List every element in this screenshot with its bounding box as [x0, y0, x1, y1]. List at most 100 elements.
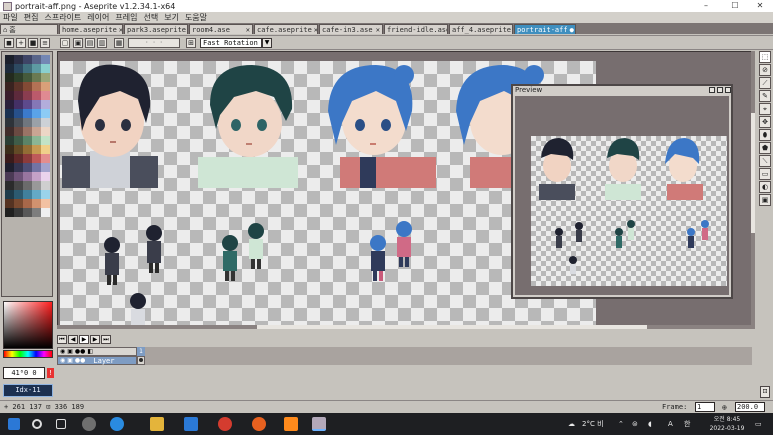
visibility-icon[interactable]: ◉ [60, 348, 65, 355]
notification-icon[interactable]: ▭ [755, 413, 762, 435]
rectangle-tool-icon[interactable]: ▭ [759, 168, 771, 180]
palette-swatch[interactable] [5, 208, 14, 217]
menu-file[interactable]: 파일 [0, 12, 21, 23]
palette-swatch[interactable] [14, 64, 23, 73]
palette-swatches[interactable] [5, 55, 50, 217]
zoom-input[interactable]: 200.0 [735, 402, 765, 412]
minimize-button[interactable]: – [693, 0, 719, 12]
menu-edit[interactable]: 편집 [21, 12, 42, 23]
tab-close-icon[interactable]: ✕ [244, 26, 250, 34]
palette-swatch[interactable] [41, 181, 50, 190]
mask-color-icon[interactable]: ▦ [114, 38, 124, 48]
continuous-icon[interactable]: ●● [75, 357, 85, 364]
palette-swatch[interactable] [14, 190, 23, 199]
palette-swatch[interactable] [5, 172, 14, 181]
lock-icon[interactable]: ▣ [67, 357, 73, 364]
warning-icon[interactable]: ! [47, 368, 54, 378]
frame-header[interactable]: 1 [137, 347, 145, 356]
frame-input[interactable]: 1 [695, 402, 715, 412]
taskbar-clock[interactable]: 오전 8:45 2022-03-19 [707, 415, 747, 433]
palette-swatch[interactable] [41, 136, 50, 145]
palette-swatch[interactable] [23, 109, 32, 118]
palette-swatch[interactable] [41, 127, 50, 136]
palette-swatch[interactable] [14, 82, 23, 91]
palette-index-label[interactable]: Idx-11 [3, 384, 53, 397]
palette-swatch[interactable] [41, 208, 50, 217]
tab-cafe-in3[interactable]: cafe-in3.ase ✕ [319, 24, 383, 34]
play-icon[interactable]: ▶ [79, 335, 89, 344]
palette-swatch[interactable] [23, 172, 32, 181]
palette-swatch[interactable] [5, 127, 14, 136]
palette-swatch[interactable] [32, 136, 41, 145]
menu-sprite[interactable]: 스프라이트 [41, 12, 84, 23]
palette-swatch[interactable] [5, 91, 14, 100]
tab-close-icon[interactable]: ✕ [117, 26, 122, 34]
palette-swatch[interactable] [32, 181, 41, 190]
group-icon[interactable]: ◧ [87, 348, 93, 355]
palette-swatch[interactable] [23, 91, 32, 100]
visibility-icon[interactable]: ◉ [60, 357, 65, 364]
scrollbar-thumb[interactable] [751, 113, 755, 233]
palette-swatch[interactable] [23, 118, 32, 127]
palette-swatch[interactable] [23, 154, 32, 163]
edge-browser-icon[interactable] [110, 417, 124, 431]
tray-chevron-icon[interactable]: ⌃ [618, 413, 624, 435]
palette-swatch[interactable] [23, 199, 32, 208]
prev-frame-icon[interactable]: ◀ [68, 335, 78, 344]
network-icon[interactable]: ⊜ [632, 413, 638, 435]
rotation-pivot-icon[interactable]: ⊞ [186, 38, 196, 48]
preview-pin-icon[interactable] [709, 87, 715, 93]
palette-swatch[interactable] [5, 73, 14, 82]
menu-help[interactable]: 도움말 [182, 12, 210, 23]
language-indicator[interactable]: 한 [684, 413, 690, 435]
preview-maximize-icon[interactable] [717, 87, 723, 93]
last-frame-icon[interactable]: ⏭ [101, 335, 111, 344]
search-icon[interactable] [32, 419, 42, 429]
palette-swatch[interactable] [23, 208, 32, 217]
palette-swatch[interactable] [23, 145, 32, 154]
palette-swatch[interactable] [23, 163, 32, 172]
palette-swatch[interactable] [41, 109, 50, 118]
fill-tool-icon[interactable]: ⬮ [759, 129, 771, 141]
palette-swatch[interactable] [32, 172, 41, 181]
palette-swatch[interactable] [32, 64, 41, 73]
opaque-color-icon[interactable]: ▤ [85, 38, 95, 48]
palette-swatch[interactable] [32, 163, 41, 172]
tab-friend-idle[interactable]: friend-idle.ase✕ [384, 24, 448, 34]
palette-swatch[interactable] [32, 55, 41, 64]
line-tool-icon[interactable]: ⟍ [759, 155, 771, 167]
palette-swatch[interactable] [41, 154, 50, 163]
palette-swatch[interactable] [5, 145, 14, 154]
tab-home[interactable]: ⌂ 홈 [0, 24, 58, 34]
task-view-icon[interactable] [56, 419, 66, 429]
move-tool-icon[interactable]: ✥ [759, 116, 771, 128]
color-spectrum-picker[interactable] [3, 301, 53, 349]
lock-icon[interactable]: ▣ [67, 348, 73, 355]
palette-swatch[interactable] [32, 73, 41, 82]
palette-swatch[interactable] [23, 64, 32, 73]
pivot-icon[interactable]: ▢ [60, 38, 70, 48]
pixel-grid-icon[interactable]: ▥ [97, 38, 107, 48]
gradient-tool-icon[interactable]: ⬟ [759, 142, 771, 154]
palette-swatch[interactable] [32, 190, 41, 199]
palette-swatch[interactable] [23, 55, 32, 64]
palette-swatch[interactable] [41, 64, 50, 73]
palette-swatch[interactable] [5, 55, 14, 64]
palette-swatch[interactable] [5, 100, 14, 109]
palette-swatch[interactable] [14, 136, 23, 145]
selection-replace-icon[interactable]: ◼ [4, 38, 14, 48]
palette-swatch[interactable] [5, 154, 14, 163]
palette-swatch[interactable] [23, 181, 32, 190]
rotation-algorithm-select[interactable]: Fast Rotation [200, 38, 262, 48]
layer-name[interactable]: Layer [93, 357, 114, 365]
selection-add-icon[interactable]: + [16, 38, 26, 48]
palette-swatch[interactable] [41, 118, 50, 127]
continuous-icon[interactable]: ●● [75, 348, 85, 355]
aseprite-taskbar-icon[interactable] [312, 417, 326, 431]
palette-swatch[interactable] [5, 181, 14, 190]
close-button[interactable]: ✕ [747, 0, 773, 12]
search-app-icon[interactable] [284, 417, 298, 431]
foreground-color-value[interactable]: 41⁰0 0 [3, 367, 45, 379]
tab-portrait-aff[interactable]: portrait-aff ● [514, 24, 576, 34]
ime-mode[interactable]: A [668, 413, 673, 435]
